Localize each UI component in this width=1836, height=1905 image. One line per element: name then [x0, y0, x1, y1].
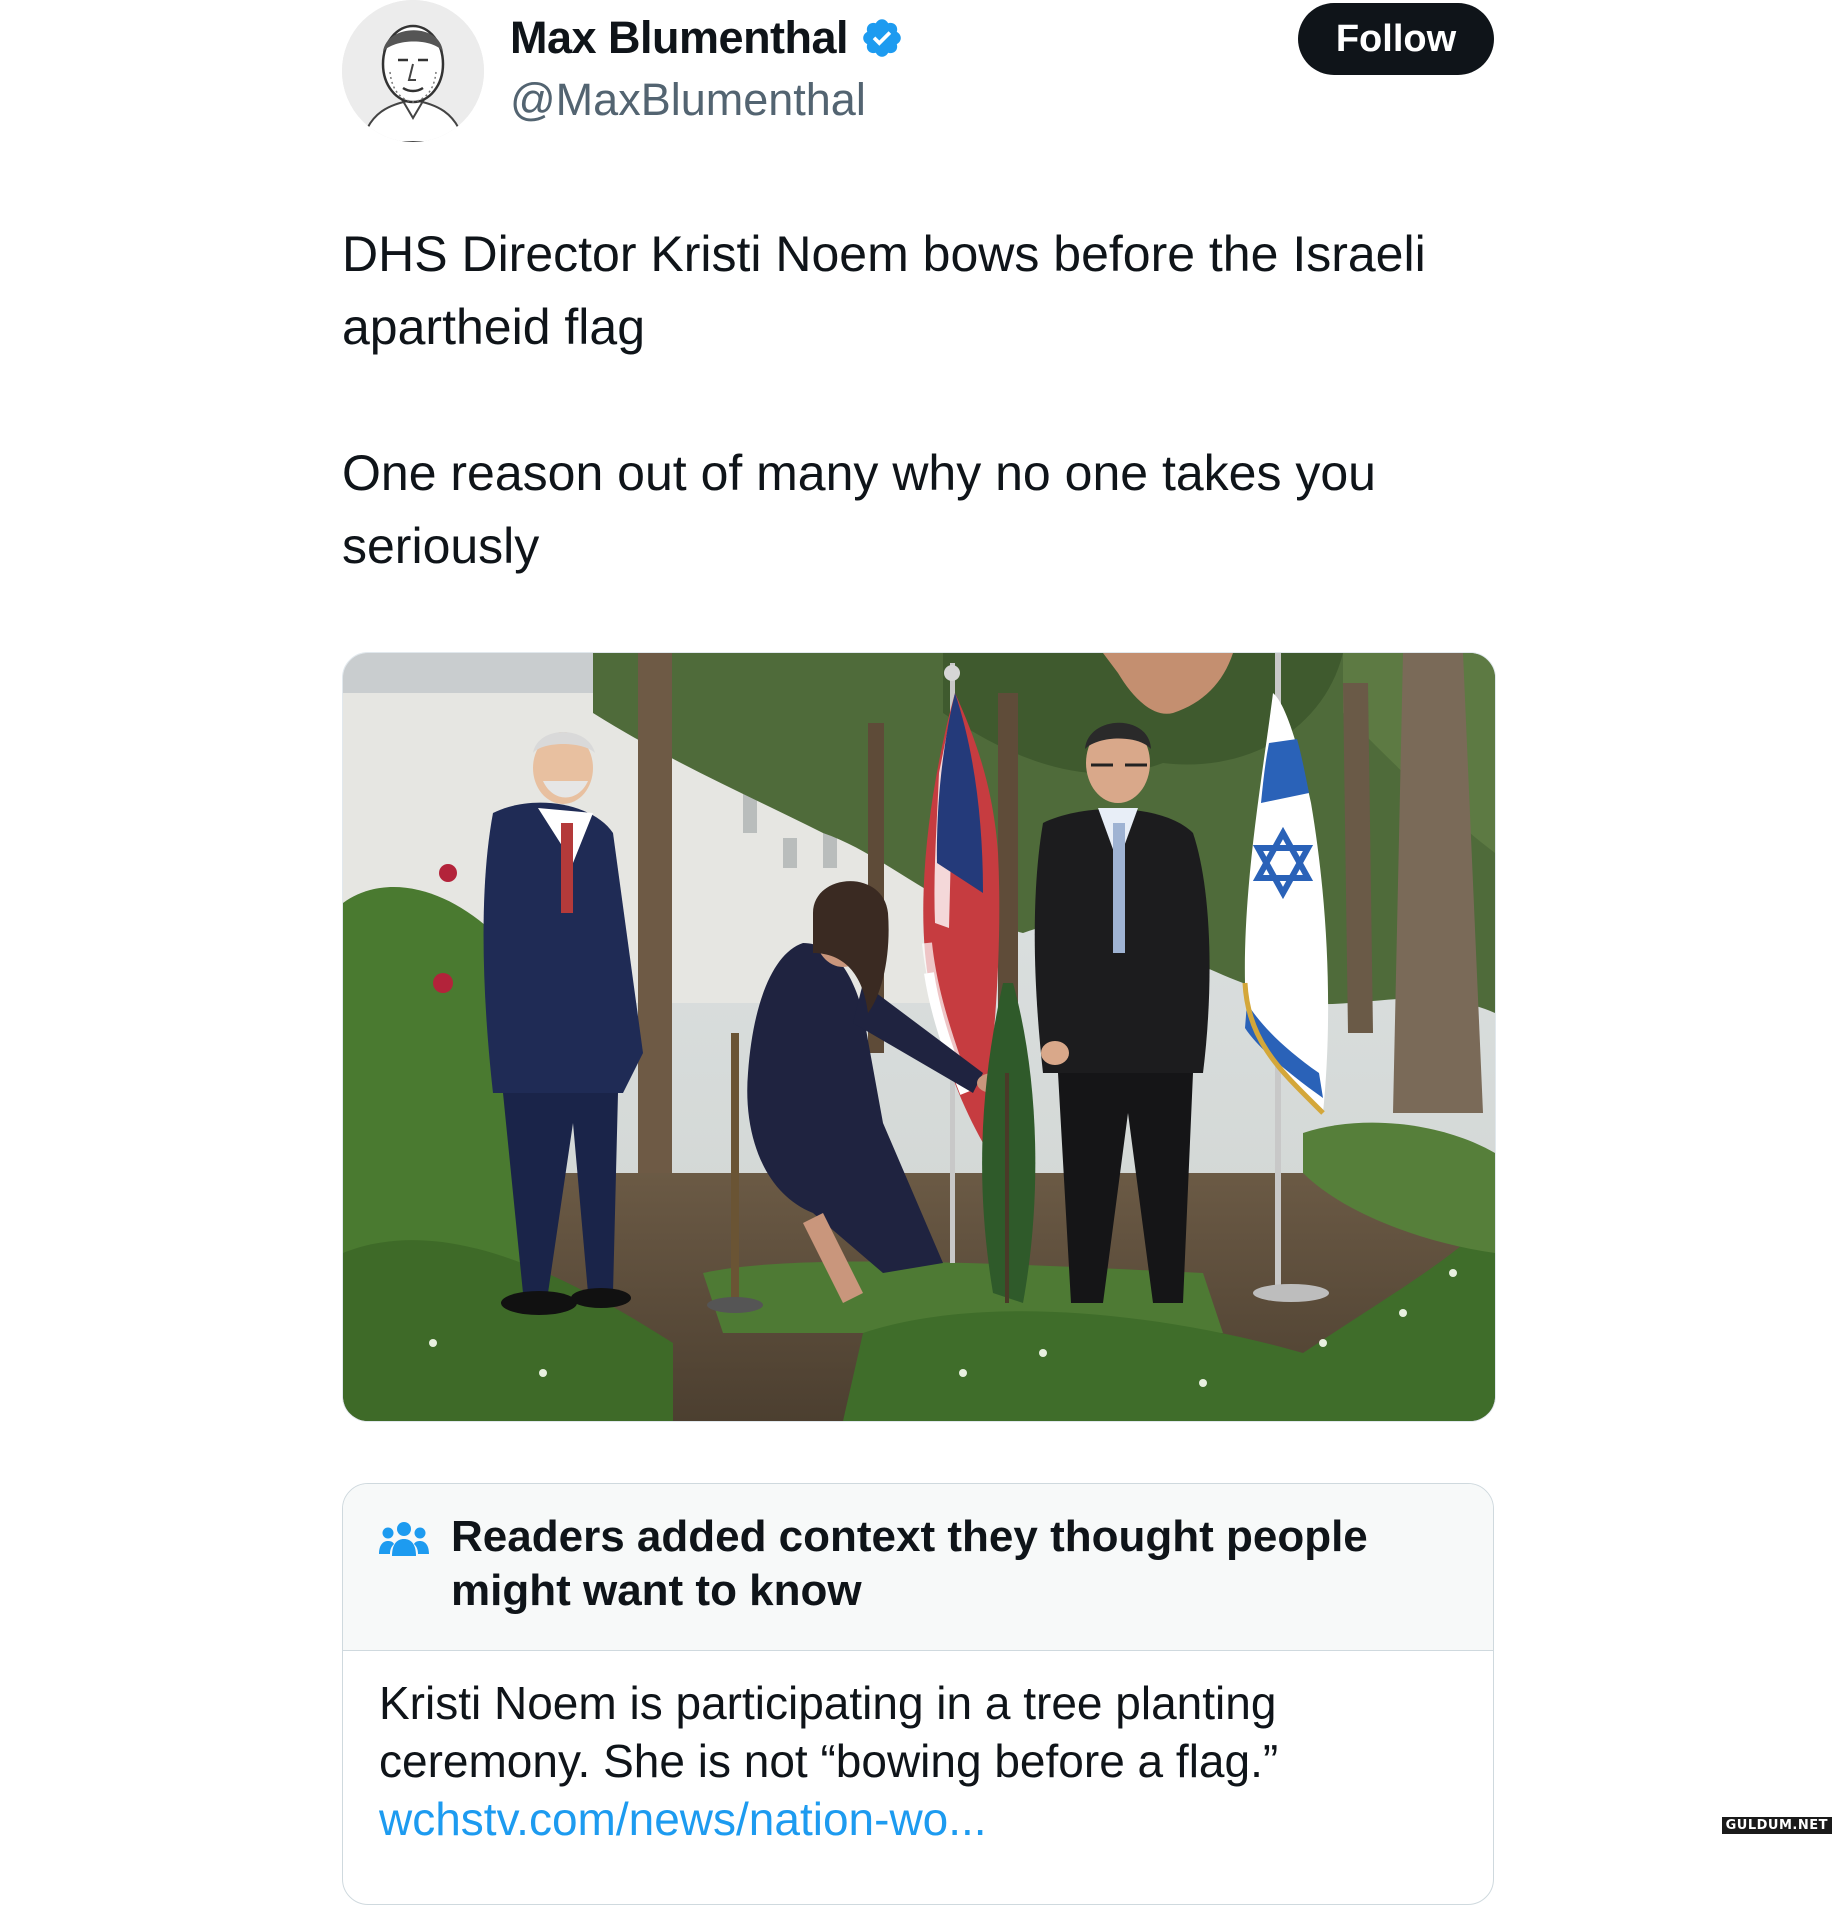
- community-note-title: Readers added context they thought peopl…: [451, 1512, 1368, 1615]
- tweet-header: Max Blumenthal @MaxBlumenthal Follow: [342, 0, 1494, 142]
- tweet-photo[interactable]: [342, 652, 1496, 1422]
- photo-tree-planting-ceremony: [343, 653, 1495, 1421]
- community-note-body: Kristi Noem is participating in a tree p…: [379, 1674, 1459, 1848]
- tweet-text: DHS Director Kristi Noem bows before the…: [342, 218, 1494, 656]
- author-handle[interactable]: @MaxBlumenthal: [510, 74, 866, 126]
- community-note-source-link[interactable]: wchstv.com/news/nation-wo...: [379, 1790, 1459, 1848]
- avatar-portrait-icon: [342, 0, 484, 142]
- tweet-card: Max Blumenthal @MaxBlumenthal Follow DHS…: [342, 0, 1496, 1905]
- community-note-text: Kristi Noem is participating in a tree p…: [379, 1677, 1279, 1787]
- author-name-row: Max Blumenthal: [510, 12, 904, 64]
- verified-badge-icon[interactable]: [860, 16, 904, 60]
- watermark-logo: GULDUM.NET: [1721, 1817, 1832, 1834]
- avatar[interactable]: [342, 0, 484, 142]
- tweet-paragraph-2: One reason out of many why no one takes …: [342, 445, 1376, 574]
- community-note: Readers added context they thought peopl…: [342, 1483, 1494, 1905]
- tweet-paragraph-1: DHS Director Kristi Noem bows before the…: [342, 226, 1426, 355]
- follow-button[interactable]: Follow: [1298, 3, 1494, 75]
- people-icon: [378, 1520, 430, 1560]
- community-note-header: Readers added context they thought peopl…: [343, 1484, 1493, 1651]
- author-display-name[interactable]: Max Blumenthal: [510, 12, 849, 64]
